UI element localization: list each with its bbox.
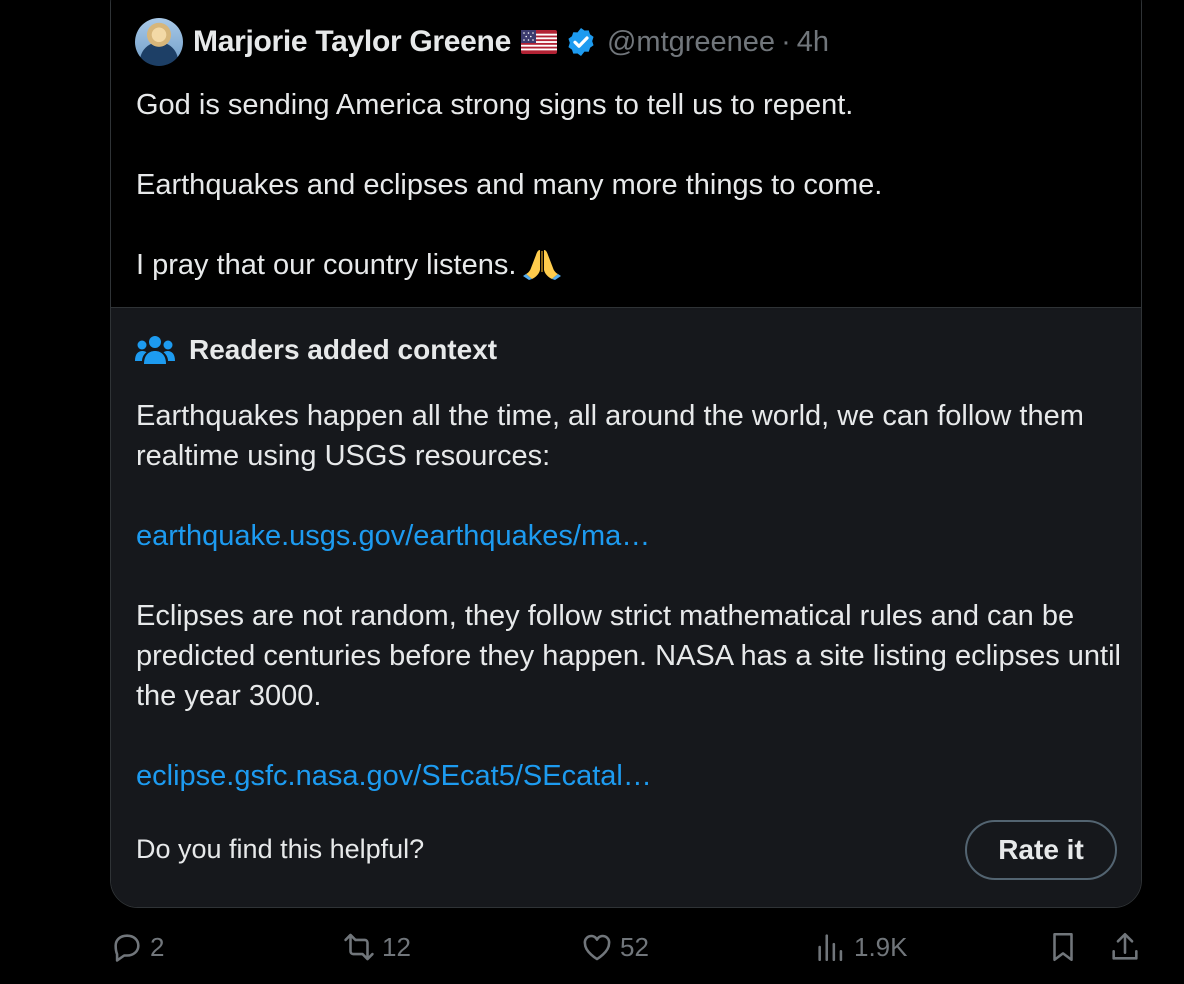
repost-count: 12	[382, 931, 411, 962]
repost-icon	[344, 933, 374, 961]
folded-hands-emoji-icon	[523, 250, 562, 280]
usgs-link[interactable]: earthquake.usgs.gov/earthquakes/ma…	[136, 520, 650, 552]
share-icon	[1112, 932, 1138, 960]
views-button[interactable]: 1.9K	[814, 930, 908, 964]
tweet-header: Marjorie Taylor Greene @mtgreenee · 4h	[135, 17, 829, 67]
rate-it-button[interactable]: Rate it	[965, 820, 1117, 880]
like-button[interactable]: 52	[580, 930, 649, 964]
like-count: 52	[620, 931, 649, 962]
tweet-paragraph: Earthquakes and eclipses and many more t…	[136, 169, 883, 201]
community-note-body: Earthquakes happen all the time, all aro…	[136, 396, 1126, 836]
tweet-paragraph: God is sending America strong signs to t…	[136, 89, 854, 121]
author-handle[interactable]: @mtgreenee	[607, 26, 775, 59]
reply-button[interactable]: 2	[110, 930, 164, 964]
community-note-header: Readers added context	[135, 334, 497, 366]
avatar[interactable]	[135, 18, 183, 66]
people-icon	[135, 336, 175, 364]
reply-icon	[114, 934, 140, 962]
header-separator: ·	[781, 25, 791, 58]
tweet-card[interactable]: Marjorie Taylor Greene @mtgreenee · 4h G…	[110, 0, 1142, 908]
tweet-timestamp[interactable]: 4h	[797, 26, 829, 59]
note-link-paragraph: earthquake.usgs.gov/earthquakes/ma…	[136, 516, 1126, 556]
us-flag-icon	[520, 30, 557, 54]
verified-badge-icon[interactable]	[565, 26, 597, 58]
share-button[interactable]	[1108, 930, 1148, 964]
note-link-paragraph: eclipse.gsfc.nasa.gov/SEcat5/SEcatal…	[136, 756, 1126, 796]
tweet-content: Marjorie Taylor Greene @mtgreenee · 4h G…	[111, 0, 1141, 307]
view-count: 1.9K	[854, 931, 908, 962]
tweet-text: God is sending America strong signs to t…	[136, 85, 1116, 325]
reply-count: 2	[150, 931, 165, 962]
repost-button[interactable]: 12	[342, 930, 411, 964]
helpful-prompt: Do you find this helpful?	[136, 834, 425, 864]
community-note: Readers added context Earthquakes happen…	[111, 307, 1141, 907]
bookmark-icon	[1053, 932, 1073, 962]
author-display-name[interactable]: Marjorie Taylor Greene	[193, 25, 511, 59]
tweet-actions-bar: 2 12 52 1.9K	[110, 930, 1150, 980]
heart-icon	[583, 934, 611, 961]
note-paragraph: Earthquakes happen all the time, all aro…	[136, 400, 1084, 472]
nasa-eclipse-link[interactable]: eclipse.gsfc.nasa.gov/SEcat5/SEcatal…	[136, 760, 652, 792]
note-paragraph: Eclipses are not random, they follow str…	[136, 600, 1121, 712]
tweet-paragraph-text: I pray that our country listens.	[136, 249, 517, 281]
bookmark-button[interactable]	[1046, 930, 1086, 964]
analytics-icon	[818, 934, 843, 962]
tweet-paragraph: I pray that our country listens.	[136, 245, 1116, 285]
community-note-title: Readers added context	[189, 334, 498, 365]
